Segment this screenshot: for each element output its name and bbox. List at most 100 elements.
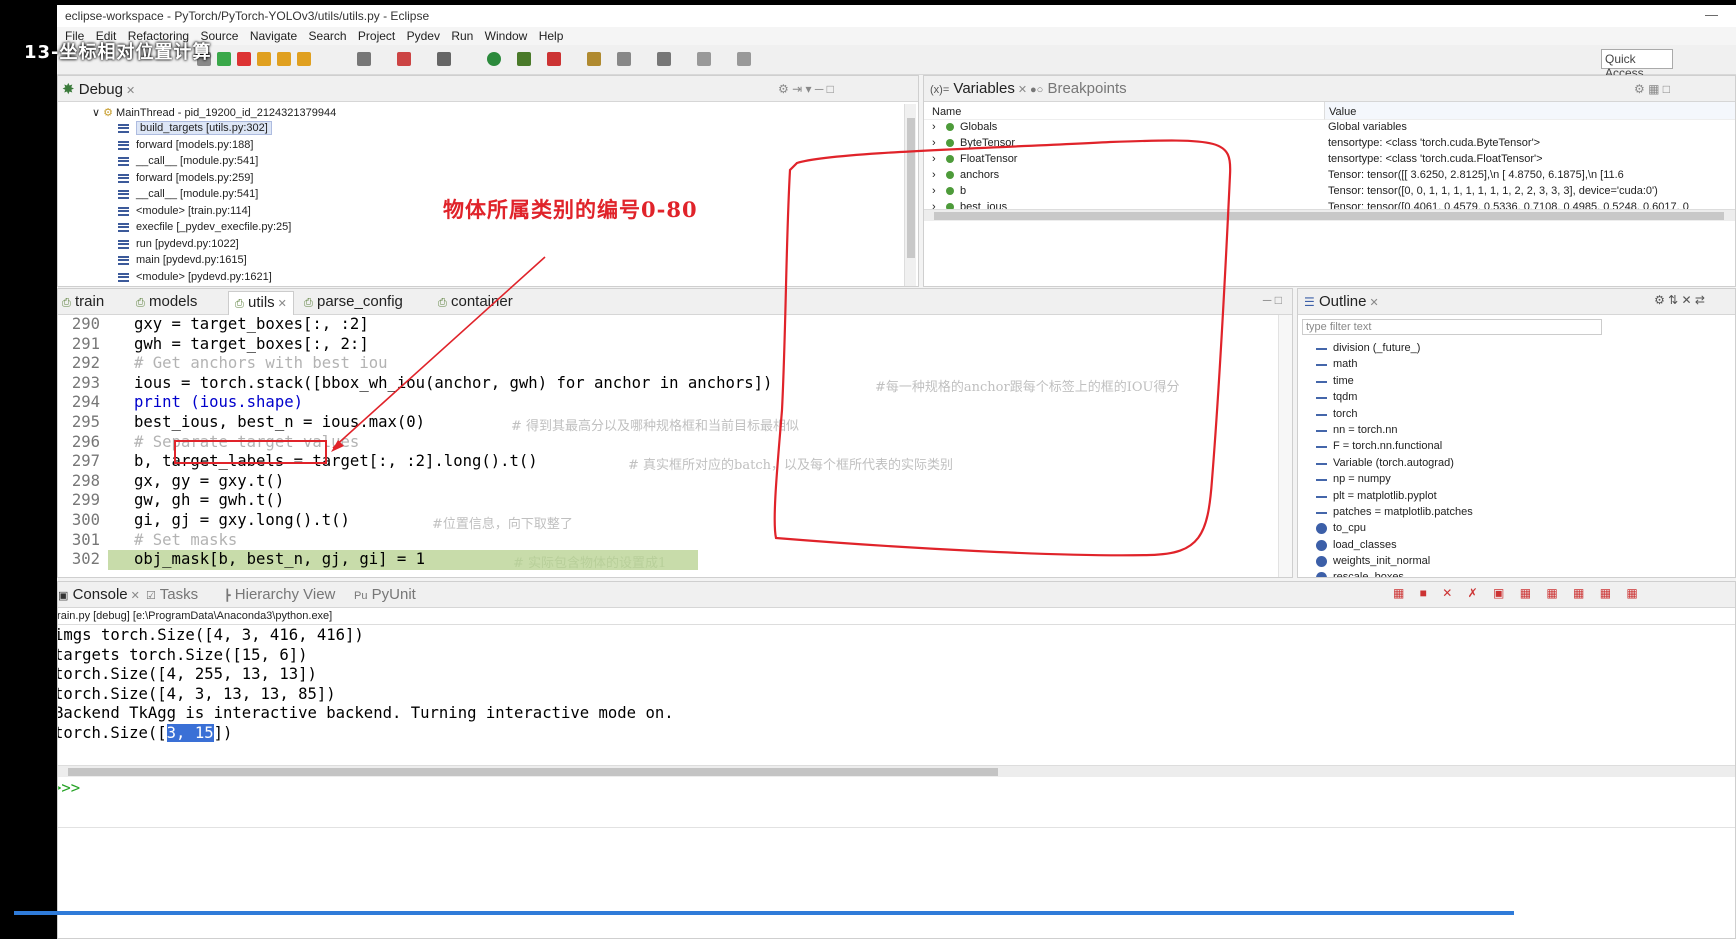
expand-chevron-icon[interactable]: › bbox=[932, 185, 936, 197]
stack-frame[interactable]: __call__ [module.py:541] bbox=[118, 155, 258, 167]
forward-icon[interactable] bbox=[737, 52, 751, 66]
video-progress-bar[interactable] bbox=[14, 911, 1514, 915]
outline-item[interactable]: division (_future_) bbox=[1316, 342, 1420, 354]
column-header-name[interactable]: Name bbox=[924, 102, 1324, 120]
variable-row[interactable]: › anchors Tensor: tensor([[ 3.6250, 2.81… bbox=[924, 169, 1735, 185]
outline-toolbar-icons[interactable]: ⚙ ⇅ ✕ ⇄ bbox=[1654, 293, 1705, 307]
menu-run[interactable]: Run bbox=[451, 29, 473, 43]
horizontal-scrollbar[interactable] bbox=[924, 209, 1735, 221]
stack-frame[interactable]: forward [models.py:188] bbox=[118, 139, 253, 151]
scrollbar-thumb[interactable] bbox=[934, 212, 1724, 220]
outline-item[interactable]: torch bbox=[1316, 408, 1357, 420]
resume-icon[interactable] bbox=[217, 52, 231, 66]
quick-access-field[interactable]: Quick Access bbox=[1601, 49, 1673, 80]
menu-project[interactable]: Project bbox=[358, 29, 395, 43]
close-icon[interactable]: ✕ bbox=[1369, 297, 1378, 309]
menu-window[interactable]: Window bbox=[485, 29, 528, 43]
stack-frame[interactable]: <module> [train.py:114] bbox=[118, 205, 251, 217]
variable-row[interactable]: › ByteTensor tensortype: <class 'torch.c… bbox=[924, 137, 1735, 153]
toolbar-tool-icon[interactable] bbox=[617, 52, 631, 66]
stack-frame[interactable]: build_targets [utils.py:302] bbox=[118, 121, 272, 135]
stack-frame[interactable]: forward [models.py:259] bbox=[118, 172, 253, 184]
stack-frame[interactable]: <module> [pydevd.py:1621] bbox=[118, 271, 272, 283]
close-icon[interactable]: ✕ bbox=[126, 85, 135, 97]
stack-frame[interactable]: __call__ [module.py:541] bbox=[118, 188, 258, 200]
outline-item[interactable]: Variable (torch.autograd) bbox=[1316, 457, 1454, 469]
outline-item[interactable]: patches = matplotlib.patches bbox=[1316, 506, 1473, 518]
back-icon[interactable] bbox=[697, 52, 711, 66]
outline-item[interactable]: tqdm bbox=[1316, 391, 1357, 403]
variable-row[interactable]: › best_ious Tensor: tensor([0.4061, 0.45… bbox=[924, 201, 1735, 209]
outline-item[interactable]: plt = matplotlib.pyplot bbox=[1316, 490, 1437, 502]
selected-text[interactable]: 3, 15 bbox=[166, 724, 214, 742]
toolbar-tool-icon[interactable] bbox=[397, 52, 411, 66]
menu-navigate[interactable]: Navigate bbox=[250, 29, 297, 43]
outline-item[interactable]: load_classes bbox=[1316, 539, 1397, 551]
tab-utils[interactable]: ⎙ utils ✕ bbox=[228, 291, 294, 315]
view-toolbar-icons[interactable]: ⚙ ⇥ ▾ ─ □ bbox=[778, 82, 834, 96]
open-folder-icon[interactable] bbox=[587, 52, 601, 66]
scrollbar-thumb[interactable] bbox=[907, 118, 915, 258]
column-header-value[interactable]: Value bbox=[1324, 102, 1735, 120]
menu-search[interactable]: Search bbox=[309, 29, 347, 43]
external-tools-icon[interactable] bbox=[547, 52, 561, 66]
console-scrollbar[interactable] bbox=[58, 765, 1735, 777]
close-icon[interactable]: ✕ bbox=[131, 590, 140, 602]
menu-help[interactable]: Help bbox=[539, 29, 564, 43]
expand-chevron-icon[interactable]: › bbox=[932, 153, 936, 165]
stack-frame[interactable]: execfile [_pydev_execfile.py:25] bbox=[118, 221, 291, 233]
outline-item[interactable]: np = numpy bbox=[1316, 473, 1391, 485]
expand-chevron-icon[interactable]: › bbox=[932, 137, 936, 149]
tab-models[interactable]: ⎙ models bbox=[136, 293, 197, 310]
step-into-icon[interactable] bbox=[257, 52, 271, 66]
minimize-maximize-icons[interactable]: ─ □ bbox=[1263, 293, 1282, 307]
toolbar-tool-icon[interactable] bbox=[357, 52, 371, 66]
tab-tasks[interactable]: ☑ Tasks bbox=[146, 586, 198, 603]
expand-chevron-icon[interactable]: › bbox=[932, 201, 936, 209]
tab-breakpoints[interactable]: ●○ Breakpoints bbox=[1030, 80, 1127, 97]
expand-chevron-icon[interactable]: › bbox=[932, 169, 936, 181]
toolbar-tool-icon[interactable] bbox=[437, 52, 451, 66]
close-icon[interactable]: ✕ bbox=[278, 298, 287, 310]
console-toolbar-icons[interactable]: ▦ ■ ✕ ✗ ▣ ▦ ▦ ▦ ▦ ▦ bbox=[1393, 586, 1644, 600]
toolbar-tool-icon[interactable] bbox=[657, 52, 671, 66]
tab-container[interactable]: ⎙ container bbox=[438, 293, 513, 310]
outline-item[interactable]: F = torch.nn.functional bbox=[1316, 440, 1442, 452]
console-prompt[interactable]: >>> bbox=[58, 779, 80, 797]
tab-console[interactable]: ▣ Console ✕ bbox=[58, 586, 140, 603]
tab-train[interactable]: ⎙ train bbox=[62, 293, 104, 310]
close-icon[interactable]: ✕ bbox=[1018, 84, 1027, 96]
variable-row[interactable]: › Globals Global variables bbox=[924, 121, 1735, 137]
tab-hierarchy-view[interactable]: ┣ Hierarchy View bbox=[224, 586, 335, 603]
outline-item[interactable]: rescale_boxes bbox=[1316, 571, 1404, 577]
step-over-icon[interactable] bbox=[277, 52, 291, 66]
outline-item[interactable]: time bbox=[1316, 375, 1354, 387]
minimize-button[interactable]: — bbox=[1705, 7, 1718, 22]
variable-row[interactable]: › FloatTensor tensortype: <class 'torch.… bbox=[924, 153, 1735, 169]
terminate-icon[interactable] bbox=[237, 52, 251, 66]
stack-frame[interactable]: main [pydevd.py:1615] bbox=[118, 254, 247, 266]
outline-item[interactable]: math bbox=[1316, 358, 1357, 370]
debug-icon[interactable] bbox=[517, 52, 531, 66]
stack-frame[interactable]: run [pydevd.py:1022] bbox=[118, 238, 239, 250]
outline-item[interactable]: nn = torch.nn bbox=[1316, 424, 1398, 436]
tab-parse-config[interactable]: ⎙ parse_config bbox=[304, 293, 403, 310]
run-icon[interactable] bbox=[487, 52, 501, 66]
outline-item[interactable]: to_cpu bbox=[1316, 522, 1366, 534]
step-return-icon[interactable] bbox=[297, 52, 311, 66]
tab-outline[interactable]: ☰ Outline ✕ bbox=[1304, 293, 1379, 310]
tab-pyunit[interactable]: Pu PyUnit bbox=[354, 586, 416, 603]
outline-item[interactable]: weights_init_normal bbox=[1316, 555, 1430, 567]
view-toolbar-icons[interactable]: ⚙ ▦ □ bbox=[1634, 82, 1670, 96]
editor-overview-ruler[interactable] bbox=[1278, 315, 1292, 577]
scrollbar-thumb[interactable] bbox=[68, 768, 998, 776]
thread-icon: ⚙ bbox=[103, 107, 113, 119]
tab-variables[interactable]: (x)= Variables ✕ bbox=[930, 80, 1027, 97]
thread-node[interactable]: ∨ ⚙ MainThread - pid_19200_id_2124321379… bbox=[92, 106, 336, 119]
expand-chevron-icon[interactable]: › bbox=[932, 121, 936, 133]
outline-filter-input[interactable]: type filter text bbox=[1302, 319, 1602, 335]
variable-row[interactable]: › b Tensor: tensor([0, 0, 1, 1, 1, 1, 1,… bbox=[924, 185, 1735, 201]
debug-scrollbar[interactable] bbox=[904, 104, 916, 286]
menu-pydev[interactable]: Pydev bbox=[407, 29, 440, 43]
tab-debug[interactable]: ✸ Debug ✕ bbox=[62, 80, 135, 98]
